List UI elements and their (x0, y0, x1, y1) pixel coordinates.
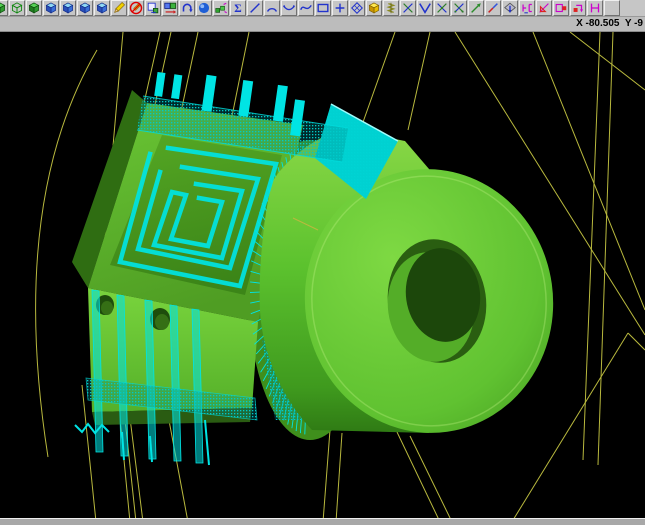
undo-button[interactable] (179, 0, 195, 16)
create-spline-icon (299, 1, 313, 15)
shaded-cube-button[interactable] (26, 0, 42, 16)
clipped-button-button[interactable] (604, 0, 620, 16)
modify-trim-icon (486, 1, 500, 15)
create-solid-box-button[interactable] (366, 0, 382, 16)
main-toolbar: Σ (0, 0, 645, 17)
trim-3-button[interactable] (434, 0, 450, 16)
clipped-button-icon (605, 1, 619, 15)
window-fit-icon (146, 1, 160, 15)
trim-1-button[interactable] (400, 0, 416, 16)
extend-icon (469, 1, 483, 15)
analyze-sigma-button[interactable]: Σ (230, 0, 246, 16)
xform-chamfer-button[interactable] (536, 0, 552, 16)
svg-text:Σ: Σ (234, 3, 241, 15)
xform-translate-icon (571, 1, 585, 15)
create-line-icon (248, 1, 262, 15)
cursor-coordinates: X -80.505 Y -9 (576, 18, 643, 29)
modify-trim-button[interactable] (485, 0, 501, 16)
wireframe-cube-icon (10, 1, 24, 15)
create-arc-endpoints-icon (282, 1, 296, 15)
xform-fillet-button[interactable] (519, 0, 535, 16)
xform-offset-icon (554, 1, 568, 15)
create-line-button[interactable] (247, 0, 263, 16)
extend-button[interactable] (468, 0, 484, 16)
analyze-distance-icon (588, 1, 602, 15)
chain-select-icon (214, 1, 228, 15)
view-cube-4-icon (95, 1, 109, 15)
chain-select-button[interactable] (213, 0, 229, 16)
dynamic-xform-button[interactable] (502, 0, 518, 16)
create-rectangle-icon (316, 1, 330, 15)
view-cube-2-button[interactable] (60, 0, 76, 16)
view-cube-3-icon (78, 1, 92, 15)
xform-translate-button[interactable] (570, 0, 586, 16)
shaded-cube-clipped-button[interactable] (0, 0, 8, 16)
xform-offset-button[interactable] (553, 0, 569, 16)
shaded-view-sphere-icon (197, 1, 211, 15)
bottom-statusbar (0, 518, 645, 525)
create-ellipse-button[interactable] (349, 0, 365, 16)
undo-icon (180, 1, 194, 15)
view-cube-3-button[interactable] (77, 0, 93, 16)
redraw-pencil-icon (112, 1, 126, 15)
create-spline-button[interactable] (298, 0, 314, 16)
create-arc-button[interactable] (264, 0, 280, 16)
view-cube-4-button[interactable] (94, 0, 110, 16)
window-repaint-icon (163, 1, 177, 15)
no-redraw-button[interactable] (128, 0, 144, 16)
graphics-viewport[interactable] (0, 32, 645, 518)
view-cube-1-icon (44, 1, 58, 15)
coordinate-bar: X -80.505 Y -9 (0, 17, 645, 32)
wireframe-cube-button[interactable] (9, 0, 25, 16)
dynamic-xform-icon (503, 1, 517, 15)
create-ellipse-icon (350, 1, 364, 15)
shaded-cube-clipped-icon (0, 1, 7, 15)
trim-2-button[interactable] (417, 0, 433, 16)
no-redraw-icon (129, 1, 143, 15)
redraw-pencil-button[interactable] (111, 0, 127, 16)
create-point-icon (333, 1, 347, 15)
trim-divide-button[interactable] (451, 0, 467, 16)
view-cube-1-button[interactable] (43, 0, 59, 16)
create-thread-icon (384, 1, 398, 15)
window-fit-button[interactable] (145, 0, 161, 16)
shaded-cube-icon (27, 1, 41, 15)
xform-chamfer-icon (537, 1, 551, 15)
trim-divide-icon (452, 1, 466, 15)
view-cube-2-icon (61, 1, 75, 15)
analyze-distance-button[interactable] (587, 0, 603, 16)
analyze-sigma-icon: Σ (231, 1, 245, 15)
trim-1-icon (401, 1, 415, 15)
create-arc-icon (265, 1, 279, 15)
cam-application-window: Σ X -80.505 Y -9 (0, 0, 645, 525)
trim-2-icon (418, 1, 432, 15)
create-solid-box-icon (367, 1, 381, 15)
create-point-button[interactable] (332, 0, 348, 16)
create-arc-endpoints-button[interactable] (281, 0, 297, 16)
3d-scene[interactable] (0, 32, 645, 518)
window-repaint-button[interactable] (162, 0, 178, 16)
create-thread-button[interactable] (383, 0, 399, 16)
trim-3-icon (435, 1, 449, 15)
create-rectangle-button[interactable] (315, 0, 331, 16)
xform-fillet-icon (520, 1, 534, 15)
shaded-view-sphere-button[interactable] (196, 0, 212, 16)
